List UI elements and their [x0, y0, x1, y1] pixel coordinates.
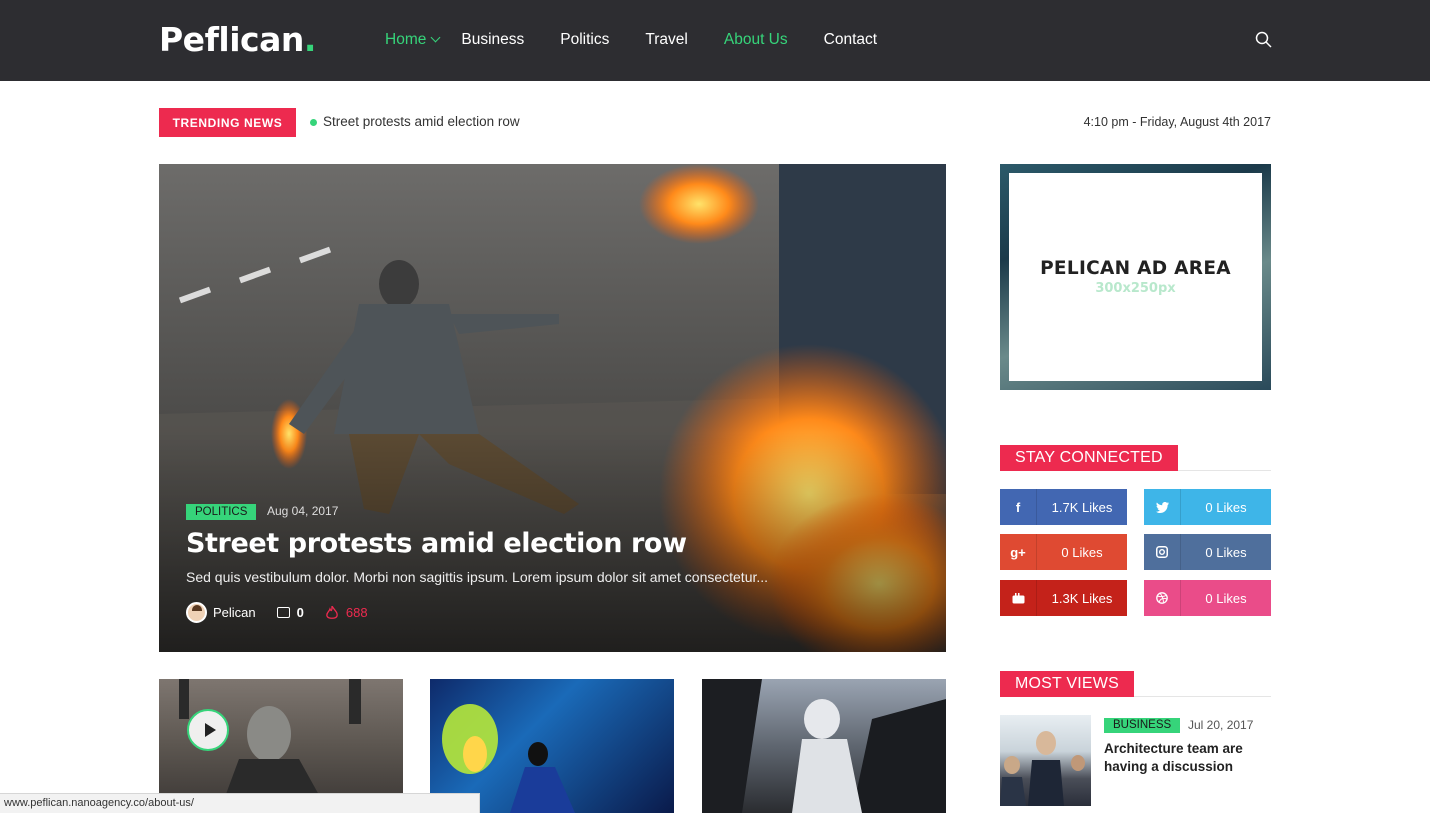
google-plus-icon: g+: [1000, 534, 1037, 570]
most-views-thumb[interactable]: [1000, 715, 1091, 806]
facebook-icon: f: [1000, 489, 1037, 525]
nav-label: Contact: [823, 31, 878, 48]
hero-excerpt: Sed quis vestibulum dolor. Morbi non sag…: [186, 569, 769, 585]
social-facebook-button[interactable]: f 1.7K Likes: [1000, 489, 1127, 525]
author-avatar[interactable]: [186, 602, 207, 623]
trending-news-badge: TRENDING NEWS: [159, 108, 296, 137]
instagram-icon: [1144, 534, 1181, 570]
views-counter: 688: [325, 605, 368, 620]
current-datetime: 4:10 pm - Friday, August 4th 2017: [1083, 115, 1271, 129]
social-count: 0 Likes: [1205, 499, 1247, 515]
dribbble-icon: [1144, 580, 1181, 616]
nav-item-about-us[interactable]: About Us: [724, 31, 788, 49]
ad-title: PELICAN AD AREA: [1040, 258, 1231, 279]
ad-banner[interactable]: PELICAN AD AREA 300x250px: [1000, 164, 1271, 390]
hero-title[interactable]: Street protests amid election row: [186, 528, 687, 559]
social-count: 1.3K Likes: [1051, 590, 1113, 606]
social-twitter-button[interactable]: 0 Likes: [1144, 489, 1271, 525]
comment-icon: [276, 607, 290, 618]
nav-label: Home: [385, 31, 427, 48]
most-views-category-badge[interactable]: BUSINESS: [1104, 718, 1181, 733]
fire-icon: [326, 606, 338, 619]
nav-label: About Us: [723, 31, 788, 48]
site-logo[interactable]: Peflican.: [159, 20, 316, 59]
logo-dot: .: [303, 20, 317, 59]
ad-size: 300x250px: [1095, 281, 1176, 296]
top-navbar: Peflican. Home Business Politics Travel …: [0, 0, 1430, 81]
trending-headline-link[interactable]: Street protests amid election row: [323, 114, 520, 129]
section-title: MOST VIEWS: [1000, 671, 1134, 697]
search-icon[interactable]: [1255, 31, 1273, 49]
nav-item-home[interactable]: Home: [385, 31, 441, 49]
hero-article[interactable]: POLITICS Aug 04, 2017 Street protests am…: [159, 164, 946, 652]
nav-item-travel[interactable]: Travel: [645, 31, 688, 49]
nav-item-contact[interactable]: Contact: [824, 31, 877, 49]
hero-category-badge[interactable]: POLITICS: [186, 504, 257, 520]
hero-date: Aug 04, 2017: [267, 504, 339, 518]
author-name[interactable]: Pelican: [213, 605, 256, 620]
stay-connected-heading: STAY CONNECTED: [1000, 445, 1271, 471]
nav-label: Politics: [560, 31, 610, 48]
social-instagram-button[interactable]: 0 Likes: [1144, 534, 1271, 570]
most-views-date: Jul 20, 2017: [1188, 718, 1254, 732]
browser-status-bar: www.peflican.nanoagency.co/about-us/: [0, 793, 480, 813]
chevron-down-icon: [430, 32, 441, 43]
social-count: 0 Likes: [1205, 544, 1247, 560]
section-title: STAY CONNECTED: [1000, 445, 1178, 471]
nav-item-business[interactable]: Business: [461, 31, 524, 49]
main-nav: Home Business Politics Travel About Us C…: [385, 31, 913, 49]
thumb-image: [1000, 731, 1085, 806]
social-count: 0 Likes: [1061, 544, 1103, 560]
most-views-heading: MOST VIEWS: [1000, 671, 1271, 697]
youtube-icon: [1000, 580, 1037, 616]
twitter-icon: [1144, 489, 1181, 525]
hero-meta: Pelican 0 688: [186, 602, 368, 623]
social-dribbble-button[interactable]: 0 Likes: [1144, 580, 1271, 616]
logo-text: Peflican: [159, 20, 304, 59]
social-google-plus-button[interactable]: g+ 0 Likes: [1000, 534, 1127, 570]
ad-inner: PELICAN AD AREA 300x250px: [1009, 173, 1262, 381]
social-count: 0 Likes: [1205, 590, 1247, 606]
article-thumb[interactable]: [702, 679, 946, 813]
nav-item-politics[interactable]: Politics: [560, 31, 609, 49]
social-youtube-button[interactable]: 1.3K Likes: [1000, 580, 1127, 616]
social-count: 1.7K Likes: [1051, 499, 1113, 515]
nav-label: Business: [461, 31, 525, 48]
comment-count: 0: [296, 605, 304, 620]
play-button[interactable]: [187, 709, 229, 751]
views-count: 688: [345, 605, 368, 620]
thumb-image: [702, 679, 946, 813]
most-views-title[interactable]: Architecture team are having a discussio…: [1104, 740, 1264, 776]
trending-dot-icon: [310, 119, 317, 126]
nav-label: Travel: [645, 31, 688, 48]
